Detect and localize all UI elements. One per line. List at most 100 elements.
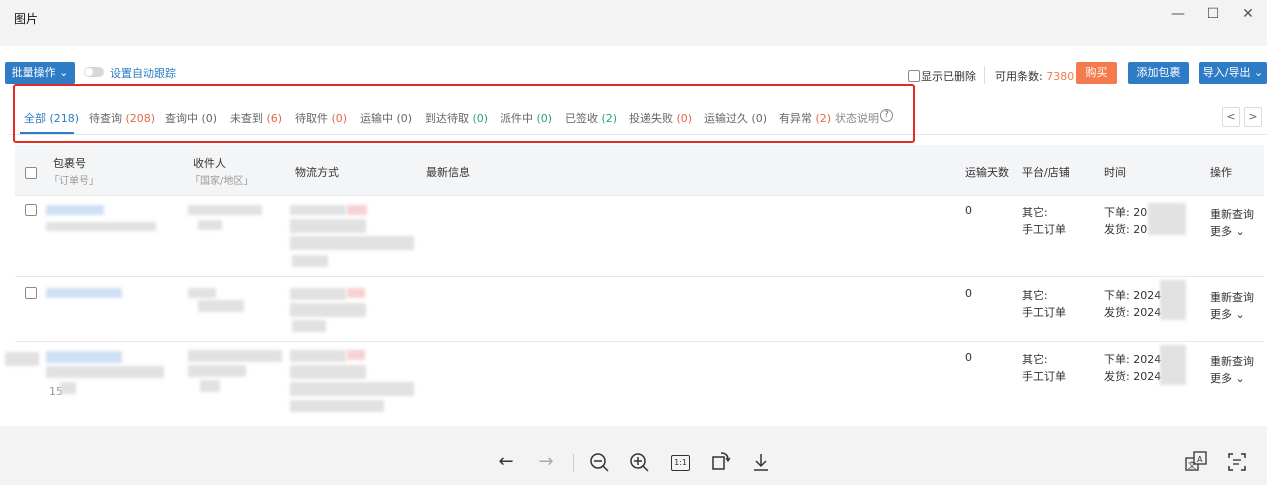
prev-page-button[interactable]: <	[1222, 107, 1240, 127]
platform-line: 其它:	[1022, 206, 1048, 219]
time-redacted	[1160, 280, 1186, 320]
window-titlebar	[0, 0, 1267, 46]
package-number-redacted[interactable]	[46, 205, 104, 215]
order-number-redacted	[46, 366, 164, 378]
row-checkbox[interactable]	[25, 287, 37, 299]
platform-store: 手工订单	[1022, 306, 1066, 319]
chevron-down-icon: ⌄	[1235, 372, 1245, 385]
svg-text:A: A	[1197, 455, 1203, 464]
package-number-redacted[interactable]	[46, 288, 122, 298]
time-redacted	[1160, 345, 1186, 385]
chevron-down-icon: ⌄	[1235, 308, 1245, 321]
region-redacted	[200, 380, 220, 392]
more-link[interactable]: 更多 ⌄	[1210, 306, 1245, 322]
translate-icon[interactable]: A文	[1185, 451, 1207, 473]
auto-track-label[interactable]: 设置自动跟踪	[110, 65, 176, 81]
buy-button[interactable]: 购买	[1076, 62, 1117, 84]
header-time: 时间	[1104, 166, 1126, 179]
row-divider	[15, 276, 1264, 277]
row-checkbox[interactable]	[25, 204, 37, 216]
batch-operation-button[interactable]: 批量操作 ⌄	[5, 62, 75, 84]
order-time: 下单: 2024	[1104, 289, 1162, 302]
forward-arrow-icon[interactable]: →	[534, 451, 558, 472]
available-label: 可用条数:	[995, 70, 1043, 83]
available-count-label: 可用条数: 7380	[995, 68, 1074, 84]
recipient-redacted	[188, 205, 262, 215]
more-label: 更多	[1210, 372, 1232, 385]
transit-days: 0	[965, 351, 972, 364]
platform-store: 手工订单	[1022, 223, 1066, 236]
download-icon[interactable]	[751, 452, 771, 472]
show-deleted-label: 显示已删除	[921, 70, 976, 83]
header-recipient: 收件人	[193, 157, 226, 170]
import-export-label: 导入/导出	[1202, 66, 1251, 79]
order-time: 下单: 2024	[1104, 353, 1162, 366]
order-time: 下单: 20	[1104, 206, 1148, 219]
region-redacted	[198, 300, 244, 312]
logistics-redacted	[347, 205, 367, 215]
batch-operation-label: 批量操作	[11, 66, 56, 79]
region-redacted	[198, 220, 222, 230]
checkbox-redacted	[5, 352, 39, 366]
chevron-down-icon: ⌄	[1254, 66, 1264, 79]
chevron-down-icon: ⌄	[1235, 225, 1245, 238]
transit-days: 0	[965, 204, 972, 217]
transit-days: 0	[965, 287, 972, 300]
logistics-redacted	[290, 400, 384, 412]
logistics-redacted	[290, 350, 346, 362]
logistics-redacted	[290, 205, 346, 215]
more-link[interactable]: 更多 ⌄	[1210, 370, 1245, 386]
divider	[984, 66, 985, 84]
recipient-redacted	[188, 288, 216, 298]
header-actions: 操作	[1210, 166, 1232, 179]
back-arrow-icon[interactable]: ←	[494, 451, 518, 472]
actual-size-icon[interactable]: 1:1	[671, 455, 690, 471]
available-value: 7380	[1046, 70, 1075, 83]
window-title: 图片	[14, 12, 39, 26]
zoom-in-icon[interactable]	[629, 452, 649, 472]
ship-time: 发货: 20	[1104, 223, 1148, 236]
add-package-button[interactable]: 添加包裹	[1128, 62, 1189, 84]
show-deleted-checkbox[interactable]	[908, 70, 920, 82]
select-all-checkbox[interactable]	[25, 167, 37, 179]
logistics-redacted	[290, 365, 366, 379]
text-recognize-icon[interactable]	[1227, 452, 1247, 472]
ship-time: 发货: 2024	[1104, 306, 1162, 319]
close-button[interactable]: ✕	[1233, 4, 1263, 24]
order-number-redacted	[60, 382, 76, 394]
time-redacted	[1148, 203, 1186, 235]
more-label: 更多	[1210, 308, 1232, 321]
requery-link[interactable]: 重新查询	[1210, 353, 1254, 369]
auto-track-toggle[interactable]	[84, 67, 104, 77]
ship-time: 发货: 2024	[1104, 370, 1162, 383]
platform-store: 手工订单	[1022, 370, 1066, 383]
minimize-button[interactable]: —	[1163, 4, 1193, 24]
header-package-no: 包裹号	[53, 157, 86, 170]
platform-line: 其它:	[1022, 353, 1048, 366]
logistics-redacted	[292, 320, 326, 332]
highlight-box	[13, 84, 915, 143]
more-label: 更多	[1210, 225, 1232, 238]
package-number-redacted[interactable]	[46, 351, 122, 363]
svg-text:文: 文	[1188, 460, 1196, 470]
toggle-knob	[85, 68, 93, 76]
next-page-button[interactable]: >	[1244, 107, 1262, 127]
header-latest-info: 最新信息	[426, 166, 470, 179]
recipient-redacted	[188, 350, 282, 362]
logistics-redacted	[290, 288, 346, 300]
logistics-redacted	[290, 303, 366, 317]
logistics-redacted	[290, 382, 414, 396]
more-link[interactable]: 更多 ⌄	[1210, 223, 1245, 239]
maximize-button[interactable]: ☐	[1198, 4, 1228, 24]
requery-link[interactable]: 重新查询	[1210, 289, 1254, 305]
logistics-redacted	[347, 288, 365, 298]
logistics-redacted	[290, 219, 366, 233]
zoom-out-icon[interactable]	[589, 452, 609, 472]
requery-link[interactable]: 重新查询	[1210, 206, 1254, 222]
header-order-no: 「订单号」	[49, 176, 99, 187]
header-logistics: 物流方式	[295, 166, 339, 179]
rotate-icon[interactable]	[711, 451, 731, 471]
import-export-button[interactable]: 导入/导出 ⌄	[1199, 62, 1267, 84]
region-redacted	[188, 365, 246, 377]
header-platform: 平台/店铺	[1022, 166, 1070, 179]
